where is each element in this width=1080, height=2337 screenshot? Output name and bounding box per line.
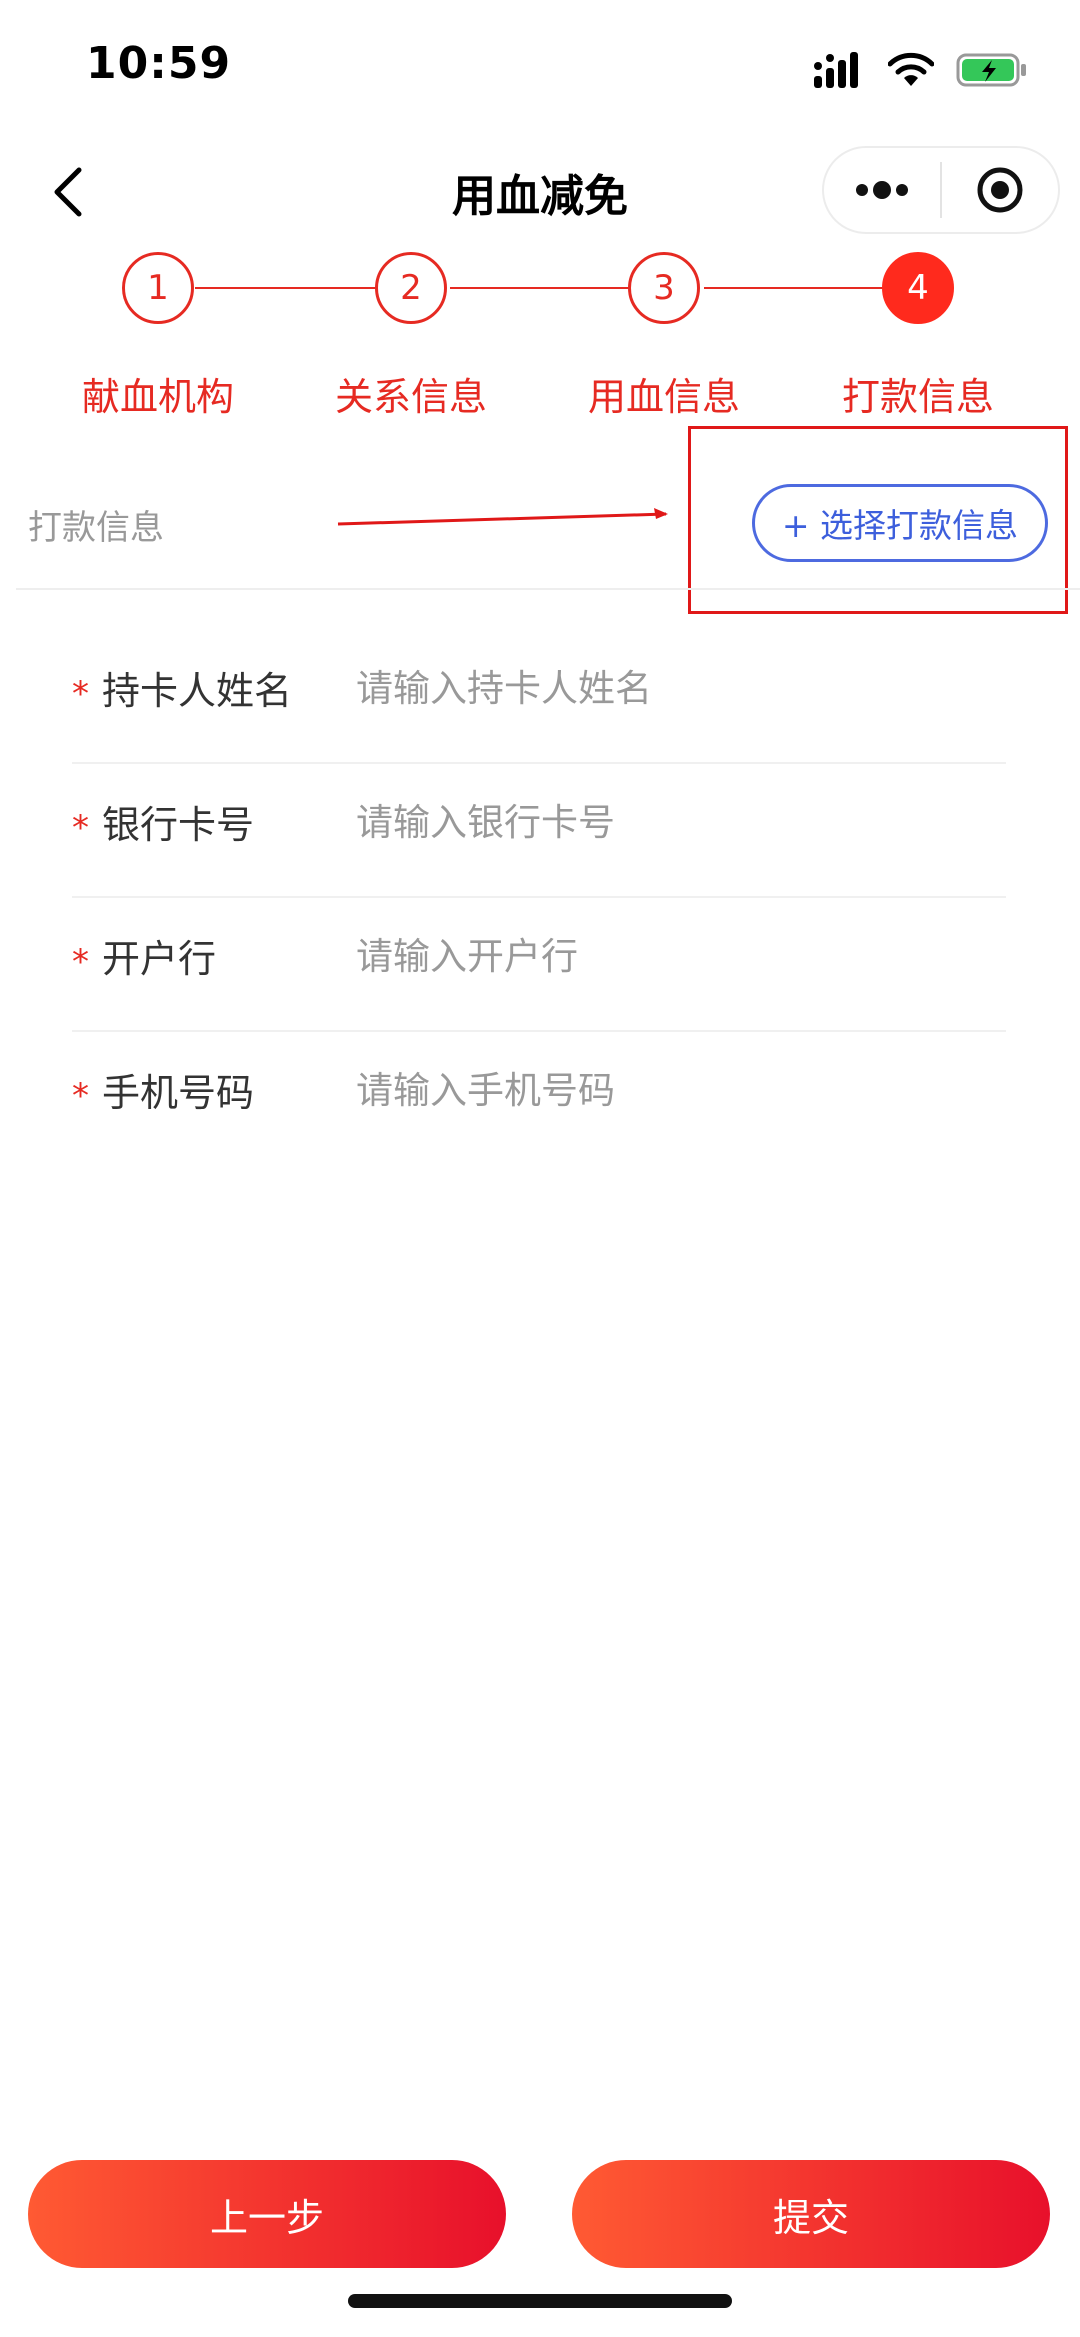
bank-card-row: * 银行卡号 [72,764,1006,898]
phone-number-row: * 手机号码 [72,1032,1006,1166]
bank-card-label: 银行卡号 [102,803,255,847]
required-mark: * [72,1076,89,1116]
step-connector-1 [195,287,379,289]
step-2-label: 关系信息 [334,375,487,419]
step-3-circle: 3 [628,252,700,324]
mini-program-capsule [822,146,1060,234]
bank-branch-row: * 开户行 [72,898,1006,1032]
step-4-circle-active: 4 [882,252,954,324]
step-4-label: 打款信息 [841,375,994,419]
cardholder-name-input[interactable] [356,660,976,716]
prev-step-button[interactable]: 上一步 [28,2160,506,2268]
annotation-arrow [337,508,668,526]
step-3-label: 用血信息 [587,375,740,419]
required-mark: * [72,808,89,848]
required-mark: * [72,674,89,714]
close-target-icon [977,167,1023,213]
wifi-icon [888,52,934,86]
status-icons [814,48,1028,92]
phone-number-label: 手机号码 [102,1071,255,1115]
more-button[interactable] [824,148,940,232]
bank-card-input[interactable] [356,794,976,850]
payment-section-label: 打款信息 [28,508,164,548]
status-time: 10:59 [86,38,232,89]
step-2-circle: 2 [375,252,447,324]
cardholder-name-label: 持卡人姓名 [102,669,293,713]
more-dots-icon [856,181,908,199]
select-payment-info-button[interactable]: + 选择打款信息 [752,484,1048,562]
step-connector-3 [704,287,884,289]
phone-number-input[interactable] [356,1062,976,1118]
cardholder-name-row: * 持卡人姓名 [72,630,1006,764]
home-indicator [348,2294,732,2308]
step-1-label: 献血机构 [81,375,234,419]
bank-branch-label: 开户行 [102,937,217,981]
bank-branch-input[interactable] [356,928,976,984]
close-button[interactable] [942,148,1058,232]
battery-charging-icon [956,53,1026,87]
submit-button[interactable]: 提交 [572,2160,1050,2268]
required-mark: * [72,942,89,982]
step-1-circle: 1 [122,252,194,324]
section-divider [16,588,1080,590]
signal-icon [814,52,858,88]
step-connector-2 [450,287,632,289]
